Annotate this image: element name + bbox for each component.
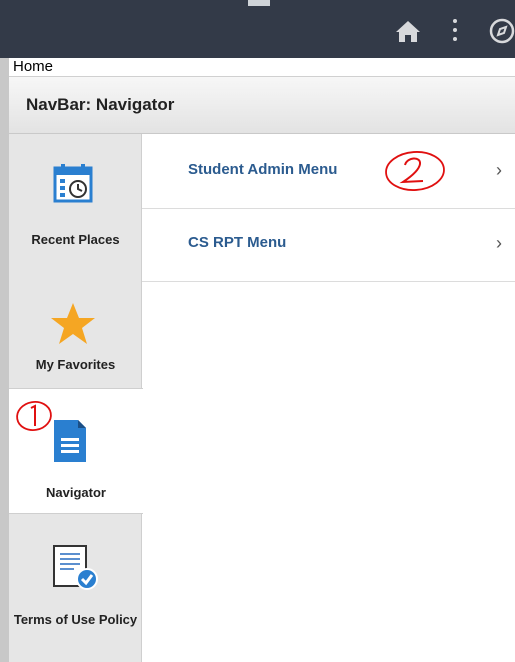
policy-certificate-icon — [52, 544, 100, 597]
chevron-right-icon: › — [496, 233, 502, 253]
star-icon — [50, 302, 96, 351]
menu-item-label: CS RPT Menu — [188, 234, 287, 251]
sidebar-item-label: Navigator — [46, 485, 106, 500]
menu-item-label: Student Admin Menu — [188, 161, 338, 178]
sidebar-item-recent-places[interactable]: Recent Places — [9, 134, 142, 262]
document-icon — [53, 419, 87, 468]
page-title: NavBar: Navigator — [26, 95, 175, 114]
top-header-bar — [0, 0, 515, 58]
sidebar-item-label: My Favorites — [35, 357, 116, 372]
sidebar-item-label: Terms of Use Policy — [13, 612, 138, 627]
page-title-bar: NavBar: Navigator — [9, 76, 515, 134]
sidebar-item-terms-of-use[interactable]: Terms of Use Policy — [9, 514, 142, 662]
annotation-circled-one — [14, 398, 54, 439]
menu-item-cs-rpt[interactable]: CS RPT Menu › — [142, 209, 515, 282]
navbar-compass-icon[interactable] — [489, 18, 515, 44]
sidebar-item-label: Recent Places — [31, 232, 120, 247]
header-tab-marker — [248, 0, 270, 6]
home-icon[interactable] — [395, 19, 421, 43]
calendar-clock-icon — [53, 163, 93, 208]
sidebar-item-my-favorites[interactable]: My Favorites — [9, 262, 142, 388]
left-edge-rail — [0, 58, 9, 662]
chevron-right-icon: › — [496, 160, 502, 180]
more-actions-icon[interactable] — [449, 19, 461, 41]
menu-item-student-admin[interactable]: Student Admin Menu › — [142, 134, 515, 209]
annotation-circled-two — [383, 148, 449, 199]
breadcrumb[interactable]: Home — [13, 58, 53, 76]
